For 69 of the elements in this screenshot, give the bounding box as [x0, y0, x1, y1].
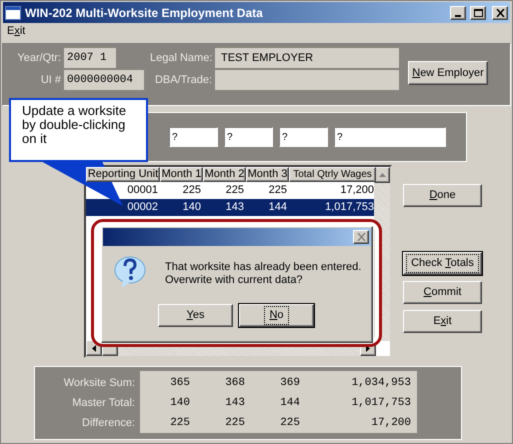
grid-cell-text: 225 [268, 183, 288, 198]
totals-value: 1,034,953 [350, 376, 411, 391]
grid-cell-text: 144 [268, 200, 288, 216]
field-label: Legal Name: [150, 50, 214, 66]
column-header[interactable]: Month 1 [160, 167, 203, 182]
entry-field[interactable]: ? [224, 127, 273, 147]
new-employer-button[interactable]: New Employer [408, 61, 488, 85]
year-qtr-field[interactable]: 2007 1 [64, 48, 116, 68]
totals-value: 17,200 [370, 416, 411, 431]
window-icon [5, 6, 21, 20]
question-icon [113, 255, 147, 289]
totals-value: 1,017,753 [350, 396, 411, 411]
totals-label: Difference: [81, 416, 135, 431]
action-button[interactable]: Commit [403, 281, 482, 304]
grid-row[interactable]: 00002 140 143 144 1,017,753 [86, 199, 376, 216]
totals-value: 144 [279, 396, 300, 411]
grid-cell-text: 143 [224, 200, 245, 216]
dialog-message: That worksite has already been entered. [165, 261, 362, 274]
scroll-left-icon [92, 344, 96, 352]
grid-cell-text: 00002 [126, 200, 159, 216]
column-header[interactable]: Reporting Unit [86, 167, 160, 182]
scroll-right-icon [366, 344, 370, 352]
dialog-button[interactable]: No [239, 304, 314, 327]
close-icon [356, 233, 366, 241]
totals-label: Master Total: [71, 396, 135, 411]
field-label: DBA/Trade: [154, 72, 213, 88]
field-label: Year/Qtr: [16, 50, 62, 66]
callout: Update a worksite by double-clicking on it [9, 98, 148, 162]
totals-value: 369 [279, 376, 300, 391]
field-label: UI # [40, 72, 62, 88]
minimize-icon [455, 14, 461, 16]
dialog-message: Overwrite with current data? [165, 274, 304, 287]
column-header[interactable]: Month 3 [246, 167, 289, 182]
maximize-icon [474, 8, 482, 16]
grid-cell-text: 225 [224, 183, 245, 198]
menu-item[interactable]: Exit [7, 22, 26, 40]
close-icon [496, 8, 504, 16]
grid-cell-text: 17,200 [339, 183, 375, 198]
entry-field[interactable]: ? [169, 127, 218, 147]
totals-value: 225 [169, 416, 190, 431]
action-button[interactable]: Exit [403, 310, 482, 333]
action-button[interactable]: Check Totals [403, 252, 482, 275]
column-header[interactable]: Month 2 [203, 167, 246, 182]
grid-cell-text: 00001 [126, 183, 159, 198]
grid-cell-text: 1,017,753 [324, 200, 375, 216]
totals-label: Worksite Sum: [62, 376, 135, 391]
totals-value: 143 [224, 396, 245, 411]
entry-field[interactable]: ? [279, 127, 328, 147]
window-title: WIN-202 Multi-Worksite Employment Data [25, 4, 264, 22]
dialog-button[interactable]: Yes [158, 304, 233, 327]
dba-trade-field[interactable] [215, 70, 399, 90]
action-button[interactable]: Done [403, 184, 482, 207]
dialog-close-button[interactable] [353, 230, 369, 244]
totals-value: 225 [224, 416, 245, 431]
grid-cell-text: 225 [182, 183, 202, 198]
grid-row[interactable]: 00001 225 225 225 17,200 [86, 182, 376, 199]
scroll-up-icon [378, 173, 386, 177]
column-header[interactable]: Total Qtrly Wages [289, 167, 376, 182]
totals-value: 365 [169, 376, 190, 391]
maximize-button[interactable] [470, 6, 486, 20]
close-button[interactable] [492, 6, 508, 20]
legal-name-field[interactable]: TEST EMPLOYER [215, 48, 399, 68]
totals-value: 368 [224, 376, 245, 391]
totals-value: 140 [169, 396, 190, 411]
minimize-button[interactable] [450, 6, 466, 20]
ui-number-field[interactable]: 0000000004 [64, 70, 144, 90]
grid-cell-text: 140 [182, 200, 202, 216]
entry-field[interactable]: ? [334, 127, 446, 147]
totals-value: 225 [279, 416, 300, 431]
